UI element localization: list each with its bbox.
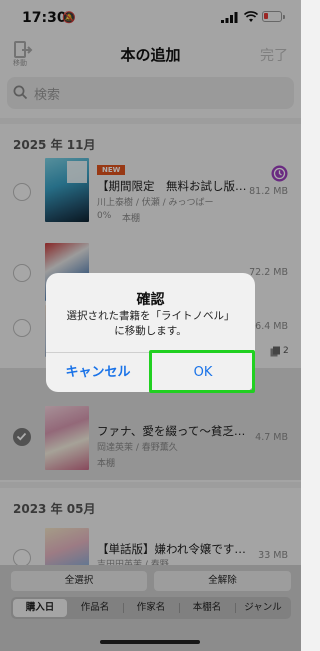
cancel-button[interactable]: キャンセル	[46, 353, 150, 392]
dialog-message-line2: に移動します。	[114, 325, 187, 337]
dialog-message-line1: 選択された書籍を「ライトノベル」	[66, 310, 235, 322]
ok-highlight-box	[149, 350, 255, 393]
dialog-message: 選択された書籍を「ライトノベル」 に移動します。	[56, 309, 245, 339]
dialog-title: 確認	[136, 292, 165, 308]
